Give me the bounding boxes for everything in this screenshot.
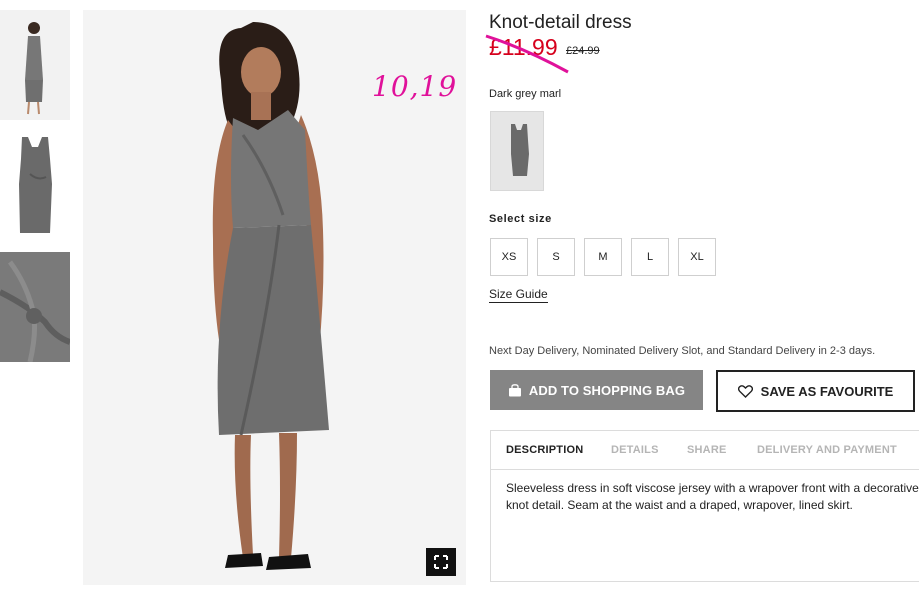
size-option-xl[interactable]: XL	[678, 238, 716, 276]
add-to-bag-button[interactable]: ADD TO SHOPPING BAG	[490, 370, 703, 410]
thumbnail-dress-flat[interactable]	[0, 129, 70, 239]
thumbnail-model-front[interactable]	[0, 10, 70, 120]
save-favourite-button[interactable]: SAVE AS FAVOURITE	[716, 370, 915, 412]
thumbnail-image	[0, 129, 70, 239]
tab-description[interactable]: DESCRIPTION	[506, 444, 583, 456]
add-to-bag-label: ADD TO SHOPPING BAG	[528, 382, 686, 398]
handwritten-price-note: 10,19	[372, 70, 458, 103]
thumbnail-image	[0, 10, 70, 120]
product-info-tabs: DESCRIPTION DETAILS SHARE DELIVERY AND P…	[490, 430, 919, 582]
price-strikethrough-mark	[485, 34, 569, 74]
color-swatch-dark-grey-marl[interactable]	[490, 111, 544, 191]
heart-icon	[737, 384, 753, 398]
tab-details[interactable]: DETAILS	[611, 444, 659, 456]
thumbnail-image	[0, 252, 70, 362]
swatch-dress-image	[511, 124, 529, 176]
size-guide-link[interactable]: Size Guide	[489, 287, 548, 303]
size-option-xs[interactable]: XS	[490, 238, 528, 276]
size-option-m[interactable]: M	[584, 238, 622, 276]
original-price: £24.99	[566, 45, 600, 57]
tab-share[interactable]: SHARE	[687, 444, 727, 456]
delivery-info: Next Day Delivery, Nominated Delivery Sl…	[489, 345, 876, 357]
tab-bar: DESCRIPTION DETAILS SHARE DELIVERY AND P…	[491, 431, 919, 470]
select-size-heading: Select size	[489, 213, 552, 225]
color-name: Dark grey marl	[489, 88, 562, 100]
save-favourite-label: SAVE AS FAVOURITE	[760, 383, 894, 399]
description-text: Sleeveless dress in soft viscose jersey …	[506, 481, 919, 512]
thumbnail-knot-detail[interactable]	[0, 252, 70, 362]
size-option-s[interactable]: S	[537, 238, 575, 276]
expand-icon	[434, 555, 448, 569]
size-option-l[interactable]: L	[631, 238, 669, 276]
tab-delivery-and-payment[interactable]: DELIVERY AND PAYMENT	[757, 444, 897, 456]
fullscreen-zoom-button[interactable]	[426, 548, 456, 576]
shopping-bag-icon	[508, 383, 521, 396]
